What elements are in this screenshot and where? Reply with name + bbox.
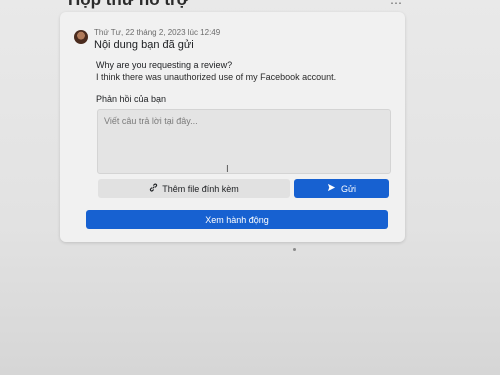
review-answer: I think there was unauthorized use of my… — [96, 72, 337, 82]
link-icon — [149, 183, 158, 194]
send-label: Gửi — [340, 183, 357, 194]
reply-input[interactable]: Viết câu trả lời tại đây... I — [97, 109, 391, 175]
attach-file-button[interactable]: Thêm file đính kèm — [98, 179, 290, 198]
reply-placeholder: Viết câu trả lời tại đây... — [104, 116, 198, 126]
attach-file-label: Thêm file đính kèm — [162, 183, 239, 194]
text-cursor-icon: I — [226, 164, 229, 175]
avatar — [74, 30, 88, 44]
message-timestamp: Thứ Tư, 22 tháng 2, 2023 lúc 12:49 — [94, 28, 221, 37]
reply-label: Phản hồi của bạn — [96, 94, 167, 104]
support-message-card: Thứ Tư, 22 tháng 2, 2023 lúc 12:49 Nội d… — [60, 12, 405, 251]
page-title: Hộp thư hỗ trợ — [68, 0, 189, 10]
pagination-dot — [293, 248, 296, 251]
more-options-icon[interactable]: ⋯ — [390, 0, 403, 10]
view-action-label: Xem hành động — [205, 214, 269, 225]
review-question: Why are you requesting a review? — [96, 60, 233, 70]
send-button[interactable]: Gửi — [294, 179, 389, 198]
message-title: Nội dung bạn đã gửi — [94, 39, 194, 51]
send-icon — [327, 183, 336, 194]
view-action-button[interactable]: Xem hành động — [86, 210, 388, 229]
